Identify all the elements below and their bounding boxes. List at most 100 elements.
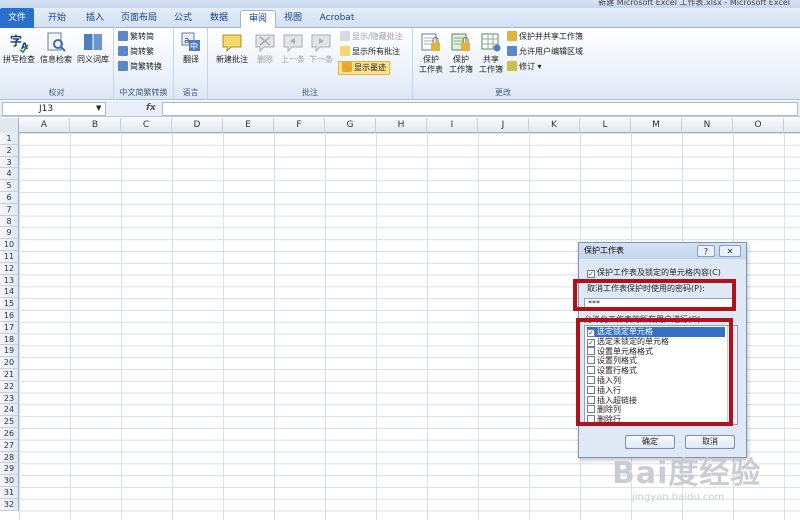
row-header[interactable]: 23 [0, 392, 19, 405]
row-header[interactable]: 9 [0, 227, 19, 240]
research-button[interactable]: 信息检索 [37, 30, 75, 84]
track-changes-icon [507, 61, 517, 71]
column-header[interactable]: N [682, 118, 733, 133]
protect-checkbox[interactable]: ✓ [587, 270, 595, 278]
row-header[interactable]: 24 [0, 404, 19, 417]
row-header[interactable]: 13 [0, 274, 19, 287]
ok-button[interactable]: 确定 [625, 435, 675, 449]
column-header[interactable]: L [580, 118, 631, 133]
show-hide-comment-button[interactable]: 显示/隐藏批注 [340, 31, 403, 43]
trad-to-simp-button[interactable]: 繁转简 [118, 31, 154, 43]
row-header[interactable]: 11 [0, 251, 19, 263]
row-header[interactable]: 3 [0, 156, 19, 169]
show-ink-icon [342, 62, 352, 72]
row-header[interactable]: 28 [0, 451, 19, 464]
tab-home[interactable]: 开始 [40, 10, 74, 28]
row-header[interactable]: 5 [0, 180, 19, 192]
column-header[interactable]: G [325, 118, 376, 133]
column-header[interactable]: D [172, 118, 223, 133]
new-comment-button[interactable]: 新建批注 [212, 30, 252, 84]
column-header[interactable]: M [631, 118, 682, 133]
row-header[interactable]: 18 [0, 333, 19, 346]
column-header[interactable]: K [529, 118, 580, 133]
column-header[interactable]: I [427, 118, 478, 133]
row-header[interactable]: 29 [0, 463, 19, 476]
cancel-button[interactable]: 取消 [685, 435, 735, 449]
name-box[interactable]: J13 [2, 102, 106, 116]
protect-sheet-button[interactable]: 保护 工作表 [415, 30, 447, 84]
help-button[interactable]: ? [697, 245, 715, 257]
chinese-convert-icon [118, 61, 128, 71]
row-header[interactable]: 19 [0, 345, 19, 358]
delete-comment-button[interactable]: 删除 [250, 30, 280, 84]
row-header[interactable]: 6 [0, 192, 19, 204]
column-header[interactable]: J [478, 118, 529, 133]
row-header[interactable]: 2 [0, 144, 19, 157]
row-header[interactable]: 30 [0, 475, 19, 487]
prev-comment-button[interactable]: 上一条 [278, 30, 308, 84]
research-icon [45, 31, 67, 53]
thesaurus-button[interactable]: 同义词库 [74, 30, 112, 84]
protect-checkbox-row[interactable]: ✓ 保护工作表及锁定的单元格内容(C) [587, 267, 721, 278]
show-all-comments-button[interactable]: 显示所有批注 [340, 46, 400, 58]
tab-insert[interactable]: 插入 [78, 10, 112, 28]
column-header[interactable]: E [223, 118, 274, 133]
column-header[interactable]: H [376, 118, 427, 133]
group-label-proofing: 校对 [48, 88, 65, 97]
row-header[interactable]: 15 [0, 298, 19, 310]
spell-check-button[interactable]: 字A 拼写检查 [0, 30, 38, 84]
row-header[interactable]: 20 [0, 357, 19, 369]
formula-input[interactable] [162, 102, 798, 116]
row-header[interactable]: 32 [0, 498, 19, 511]
translate-button[interactable]: a中 翻译 [172, 30, 210, 84]
row-header[interactable]: 21 [0, 369, 19, 381]
insert-function-button[interactable]: fx [146, 103, 156, 113]
column-header[interactable]: F [274, 118, 325, 133]
row-header[interactable]: 27 [0, 439, 19, 452]
tab-file[interactable]: 文件 [0, 8, 34, 28]
ribbon-tabs: 文件 开始 插入 页面布局 公式 数据 审阅 视图 Acrobat [0, 8, 800, 29]
row-header[interactable]: 4 [0, 168, 19, 181]
track-changes-button[interactable]: 修订 ▾ [507, 61, 542, 73]
row-header[interactable]: 16 [0, 310, 19, 322]
row-header[interactable]: 26 [0, 428, 19, 440]
tab-formulas[interactable]: 公式 [166, 10, 200, 28]
row-header[interactable]: 17 [0, 321, 19, 334]
share-workbook-button[interactable]: 共享 工作簿 [475, 30, 507, 84]
tab-page-layout[interactable]: 页面布局 [114, 10, 164, 28]
simp-to-trad-button[interactable]: 简转繁 [118, 46, 154, 58]
column-header[interactable]: C [121, 118, 172, 133]
tab-data[interactable]: 数据 [202, 10, 236, 28]
row-header[interactable]: 14 [0, 286, 19, 299]
row-header[interactable]: 31 [0, 487, 19, 499]
tab-review[interactable]: 审阅 [240, 10, 276, 29]
row-header[interactable]: 10 [0, 239, 19, 251]
chevron-down-icon[interactable]: ▼ [96, 102, 101, 115]
protect-share-workbook-button[interactable]: 保护并共享工作簿 [507, 31, 583, 43]
show-ink-button[interactable]: 显示墨迹 [338, 61, 390, 75]
select-all-corner[interactable] [0, 118, 19, 133]
next-comment-button[interactable]: 下一条 [306, 30, 336, 84]
row-header[interactable]: 7 [0, 203, 19, 216]
row-header[interactable]: 8 [0, 215, 19, 228]
close-icon: ✕ [726, 247, 734, 256]
column-header[interactable]: B [70, 118, 121, 133]
column-header[interactable]: O [733, 118, 784, 133]
row-header[interactable]: 12 [0, 262, 19, 275]
chevron-down-icon: ▾ [537, 62, 542, 71]
share-workbook-icon [480, 31, 502, 53]
baidu-watermark: Bai度经验 jingyan.baidu.com [612, 448, 792, 508]
row-header[interactable]: 25 [0, 416, 19, 428]
row-header[interactable]: 1 [0, 133, 19, 145]
close-button[interactable]: ✕ [719, 245, 741, 257]
ribbon-review: 字A 拼写检查 信息检索 同义词库 校对 繁转简 简转繁 简繁转换 中文简繁转换… [0, 28, 800, 100]
allow-edit-ranges-button[interactable]: 允许用户编辑区域 [507, 46, 583, 58]
tab-view[interactable]: 视图 [278, 10, 308, 28]
protect-workbook-button[interactable]: 保护 工作簿 [445, 30, 477, 84]
row-header[interactable]: 22 [0, 380, 19, 393]
protect-workbook-lock-icon [450, 31, 472, 53]
svg-text:中: 中 [190, 41, 198, 51]
tab-acrobat[interactable]: Acrobat [314, 10, 360, 28]
chinese-convert-button[interactable]: 简繁转换 [118, 61, 162, 73]
column-header[interactable]: A [19, 118, 70, 133]
